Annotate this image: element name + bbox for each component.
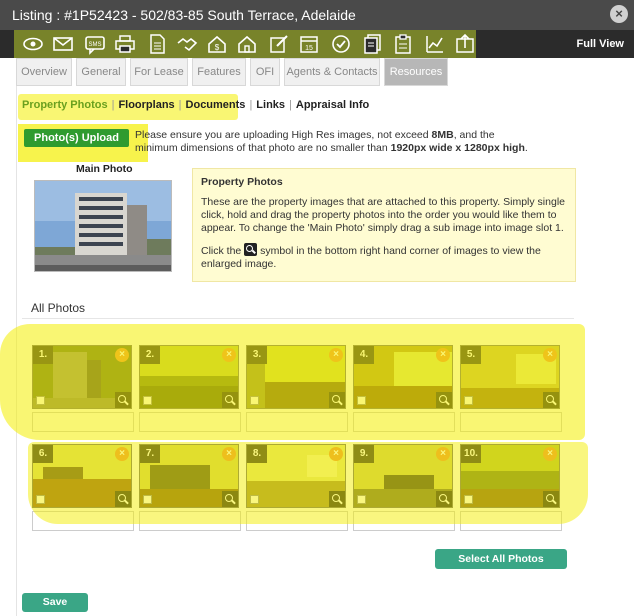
clipboard-icon[interactable] xyxy=(392,33,414,55)
chart-icon[interactable] xyxy=(424,33,446,55)
tab-for-lease[interactable]: For Lease xyxy=(130,58,188,86)
tab-overview[interactable]: Overview xyxy=(16,58,72,86)
calendar-icon[interactable]: 15 xyxy=(298,33,320,55)
svg-text:SMS: SMS xyxy=(88,42,101,48)
upload-note-size: 8MB xyxy=(431,129,454,141)
document-icon[interactable] xyxy=(146,33,168,55)
upload-note-dims: 1920px wide x 1280px high xyxy=(390,142,525,154)
info-title: Property Photos xyxy=(201,176,283,188)
subnav-links[interactable]: Links xyxy=(256,99,285,111)
upload-note: Please ensure you are uploading High Res… xyxy=(135,129,528,154)
handshake-icon[interactable] xyxy=(176,33,198,55)
close-icon[interactable]: × xyxy=(610,5,628,23)
house-icon[interactable] xyxy=(236,33,258,55)
edit-icon[interactable] xyxy=(268,33,290,55)
subnav-floorplans[interactable]: Floorplans xyxy=(118,99,174,111)
tab-general[interactable]: General xyxy=(76,58,126,86)
sms-icon[interactable]: SMS xyxy=(84,33,106,55)
window-title: Listing : #1P52423 - 502/83-85 South Ter… xyxy=(12,7,356,23)
svg-text:$: $ xyxy=(215,43,220,52)
house-dollar-icon[interactable]: $ xyxy=(206,33,228,55)
eye-icon[interactable] xyxy=(22,33,44,55)
save-button[interactable]: Save xyxy=(22,593,88,612)
main-photo[interactable] xyxy=(34,180,172,272)
check-circle-icon[interactable] xyxy=(330,33,352,55)
tab-agents-contacts[interactable]: Agents & Contacts xyxy=(284,58,380,86)
info-paragraph: These are the property images that are a… xyxy=(201,196,565,234)
subnav-property-photos[interactable]: Property Photos xyxy=(22,99,108,111)
gallery-highlight-row-2 xyxy=(28,442,588,524)
tab-resources[interactable]: Resources xyxy=(384,58,448,86)
icon-toolbar: SMS $ 15 Full View xyxy=(0,30,634,58)
subnav-documents[interactable]: Documents xyxy=(186,99,246,111)
select-all-photos-button[interactable]: Select All Photos xyxy=(435,549,567,569)
window-titlebar: Listing : #1P52423 - 502/83-85 South Ter… xyxy=(0,0,634,30)
gallery-highlight-row-1 xyxy=(0,324,585,440)
calendar-day: 15 xyxy=(305,45,313,52)
info-paragraph-2: Click the symbol in the bottom right han… xyxy=(201,243,541,270)
all-photos-label: All Photos xyxy=(31,301,86,315)
photo-upload-button[interactable]: Photo(s) Upload xyxy=(24,129,129,147)
magnify-icon xyxy=(244,243,258,256)
main-photo-label: Main Photo xyxy=(76,163,133,175)
export-icon[interactable] xyxy=(454,33,476,55)
mail-icon[interactable] xyxy=(52,33,74,55)
full-view-button[interactable]: Full View xyxy=(577,38,624,50)
print-icon[interactable] xyxy=(114,33,136,55)
resources-subnav: Property Photos | Floorplans | Documents | Lin… xyxy=(22,99,370,111)
files-icon[interactable] xyxy=(362,33,384,55)
property-photos-info: Property Photos These are the property i… xyxy=(192,168,576,282)
tab-ofi[interactable]: OFI xyxy=(250,58,280,86)
subnav-appraisal-info[interactable]: Appraisal Info xyxy=(296,99,369,111)
tab-features[interactable]: Features xyxy=(192,58,246,86)
